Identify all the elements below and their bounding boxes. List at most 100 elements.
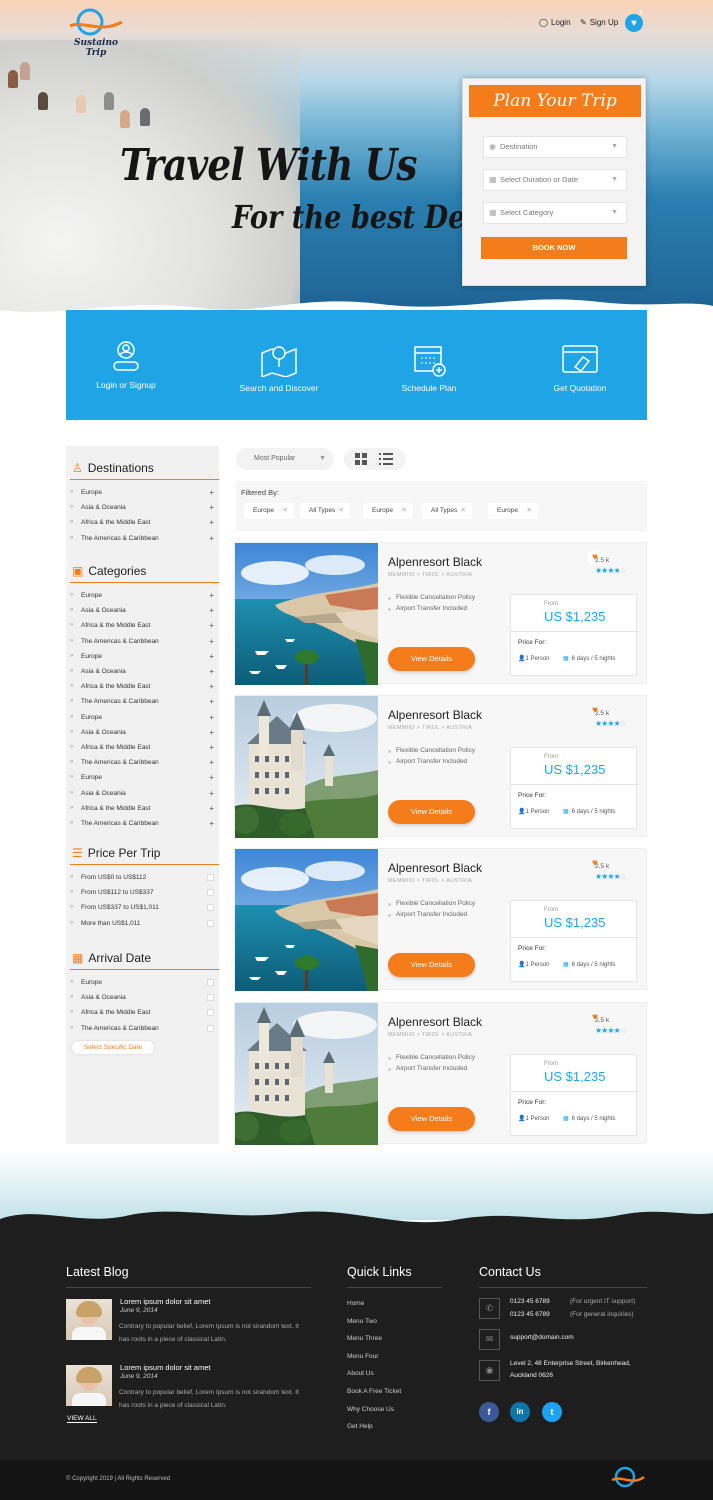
close-icon[interactable]: ✕	[461, 503, 466, 519]
sidebar-filter-item[interactable]: » Europe +	[70, 588, 214, 603]
checkbox[interactable]	[207, 1024, 214, 1032]
plus-icon[interactable]: +	[209, 634, 214, 649]
sidebar-filter-item[interactable]: » From US$112 to US$337	[70, 885, 214, 900]
sidebar-filter-item[interactable]: » Asia & Oceania +	[70, 664, 214, 679]
view-all-link[interactable]: VIEW ALL	[67, 1415, 97, 1423]
checkbox[interactable]	[207, 919, 214, 927]
tour-image-coastal-town[interactable]	[235, 849, 378, 991]
sidebar-filter-item[interactable]: » From US$337 to US$1,011	[70, 900, 214, 915]
close-icon[interactable]: ✕	[402, 503, 407, 519]
close-icon[interactable]: ✕	[527, 503, 532, 519]
signup-link[interactable]: ✎ Sign Up	[580, 18, 618, 27]
sidebar-filter-item[interactable]: » Africa & the Middle East +	[70, 740, 214, 755]
plus-icon[interactable]: +	[209, 816, 214, 831]
checkbox[interactable]	[207, 874, 214, 881]
sidebar-filter-item[interactable]: » The Americas & Caribbean +	[70, 694, 214, 709]
blog-thumbnail[interactable]	[66, 1299, 112, 1340]
sidebar-filter-item[interactable]: » Europe +	[70, 770, 214, 785]
blog-title[interactable]: Lorem ipsum dolor sit amet	[120, 1363, 210, 1372]
plus-icon[interactable]: +	[209, 801, 214, 816]
contact-email[interactable]: support@domain.com	[510, 1334, 574, 1341]
checkbox[interactable]	[207, 889, 214, 897]
sidebar-filter-item[interactable]: » Europe	[70, 975, 214, 990]
quick-link[interactable]: Why Choose Us	[347, 1406, 394, 1413]
sidebar-filter-item[interactable]: » Europe +	[70, 485, 214, 500]
sidebar-filter-item[interactable]: » Africa & the Middle East +	[70, 515, 214, 530]
step-search[interactable]: Search and Discover	[219, 343, 339, 393]
quick-link[interactable]: Book A Free Ticket	[347, 1388, 401, 1395]
plus-icon[interactable]: +	[209, 485, 214, 500]
plus-icon[interactable]: +	[209, 694, 214, 709]
checkbox[interactable]	[207, 1009, 214, 1017]
sort-select[interactable]: Most Popular ▼	[236, 448, 334, 470]
sidebar-filter-item[interactable]: » Europe +	[70, 649, 214, 664]
checkbox[interactable]	[207, 994, 214, 1002]
plus-icon[interactable]: +	[209, 649, 214, 664]
sidebar-filter-item[interactable]: » Africa & the Middle East +	[70, 618, 214, 633]
sidebar-filter-item[interactable]: » The Americas & Caribbean +	[70, 634, 214, 649]
sidebar-filter-item[interactable]: » Europe +	[70, 710, 214, 725]
sidebar-filter-item[interactable]: » The Americas & Caribbean +	[70, 531, 214, 546]
book-now-button[interactable]: BOOK NOW	[481, 237, 627, 259]
sidebar-filter-item[interactable]: » Africa & the Middle East +	[70, 801, 214, 816]
step-schedule[interactable]: Schedule Plan	[369, 343, 489, 393]
login-link[interactable]: ◯ Login	[539, 18, 571, 27]
quick-link[interactable]: Home	[347, 1300, 364, 1307]
sidebar-filter-item[interactable]: » The Americas & Caribbean	[70, 1021, 214, 1036]
sidebar-filter-item[interactable]: » Asia & Oceania +	[70, 725, 214, 740]
checkbox[interactable]	[207, 904, 214, 912]
sidebar-filter-item[interactable]: » Africa & the Middle East +	[70, 679, 214, 694]
plus-icon[interactable]: +	[209, 603, 214, 618]
logo[interactable]: Sustaino Trip	[66, 8, 126, 58]
blog-title[interactable]: Lorem ipsum dolor sit amet	[120, 1297, 210, 1306]
facebook-icon[interactable]: f	[479, 1402, 499, 1422]
close-icon[interactable]: ✕	[339, 503, 344, 519]
plus-icon[interactable]: +	[209, 710, 214, 725]
plus-icon[interactable]: +	[209, 679, 214, 694]
sidebar-filter-item[interactable]: » More than US$1,011	[70, 916, 214, 931]
sidebar-filter-item[interactable]: » The Americas & Caribbean +	[70, 755, 214, 770]
sidebar-filter-item[interactable]: » Asia & Oceania	[70, 990, 214, 1005]
select-date-button[interactable]: Select Specific Date	[72, 1041, 154, 1054]
grid-view-icon[interactable]	[355, 453, 367, 465]
footer-logo-icon[interactable]	[610, 1466, 646, 1490]
destination-select[interactable]: ◉ Destination ▼	[483, 136, 627, 158]
quick-link[interactable]: Menu Four	[347, 1353, 378, 1360]
plus-icon[interactable]: +	[209, 618, 214, 633]
sidebar-filter-item[interactable]: » Africa & the Middle East	[70, 1005, 214, 1020]
checkbox[interactable]	[207, 979, 214, 986]
sidebar-filter-item[interactable]: » From US$0 to US$112	[70, 870, 214, 885]
plus-icon[interactable]: +	[209, 588, 214, 603]
phone-primary[interactable]: 0123 45 6789	[510, 1298, 550, 1305]
step-quotation[interactable]: Get Quotation	[520, 343, 640, 393]
sidebar-filter-item[interactable]: » The Americas & Caribbean +	[70, 816, 214, 831]
plus-icon[interactable]: +	[209, 531, 214, 546]
plus-icon[interactable]: +	[209, 786, 214, 801]
category-select[interactable]: ▦ Select Category ▼	[483, 202, 627, 224]
tour-title[interactable]: Alpenresort Black	[388, 708, 482, 722]
view-details-button[interactable]: View Details	[388, 953, 475, 977]
sidebar-filter-item[interactable]: » Asia & Oceania +	[70, 500, 214, 515]
duration-select[interactable]: ▦ Select Duration or Date ▼	[483, 169, 627, 191]
tour-image-castle[interactable]	[235, 696, 378, 838]
blog-thumbnail[interactable]	[66, 1365, 112, 1406]
step-login[interactable]: Login or Signup	[66, 340, 186, 390]
tour-image-coastal-town[interactable]	[235, 543, 378, 685]
phone-secondary[interactable]: 0123 45 6789	[510, 1311, 550, 1318]
tour-title[interactable]: Alpenresort Black	[388, 1015, 482, 1029]
linkedin-icon[interactable]: in	[510, 1402, 530, 1422]
plus-icon[interactable]: +	[209, 664, 214, 679]
tour-image-castle[interactable]	[235, 1003, 378, 1145]
sidebar-filter-item[interactable]: » Asia & Oceania +	[70, 603, 214, 618]
plus-icon[interactable]: +	[209, 740, 214, 755]
view-details-button[interactable]: View Details	[388, 1107, 475, 1131]
plus-icon[interactable]: +	[209, 770, 214, 785]
sidebar-filter-item[interactable]: » Asia & Oceania +	[70, 786, 214, 801]
close-icon[interactable]: ✕	[283, 503, 288, 519]
tour-title[interactable]: Alpenresort Black	[388, 861, 482, 875]
plus-icon[interactable]: +	[209, 725, 214, 740]
view-details-button[interactable]: View Details	[388, 800, 475, 824]
quick-link[interactable]: Menu Three	[347, 1335, 382, 1342]
plus-icon[interactable]: +	[209, 500, 214, 515]
twitter-icon[interactable]: t	[542, 1402, 562, 1422]
